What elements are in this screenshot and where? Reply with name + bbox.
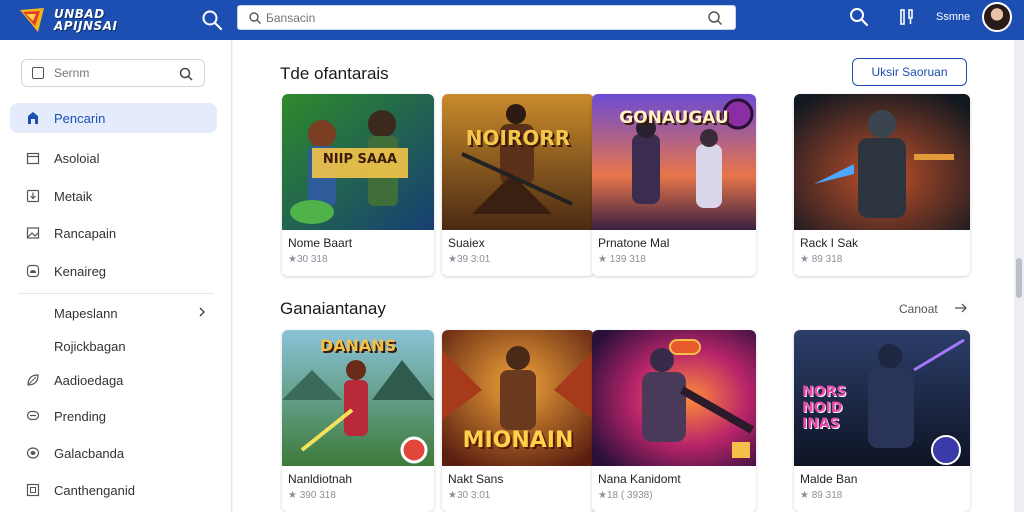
game-title: Nome Baart [288,236,353,250]
chevron-right-icon [195,305,209,319]
game-banner-text: MIONAIN [462,428,574,453]
game-card[interactable]: DANANS Nanldiotnah ★ 390 318 [282,330,434,512]
section-title: Ganaiantanay [280,299,386,318]
search-icon[interactable] [178,66,194,82]
sidebar-item-galacbanda[interactable]: Galacbanda [10,438,217,468]
scrollbar[interactable] [1014,40,1024,512]
game-card[interactable]: MIONAIN Nakt Sans ★30 3:01 [442,330,594,512]
search-icon[interactable] [200,8,224,32]
game-card[interactable]: NORS NOID INAS Malde Ban ★ 89 318 [794,330,970,512]
store-icon [26,111,40,125]
frame-icon [26,483,40,497]
logo-icon [18,6,48,34]
sidebar-item-label: Galacbanda [54,445,125,461]
game-banner-text: DANANS [319,336,397,355]
search-submit-icon[interactable] [707,10,723,26]
sidebar-item-pencarin[interactable]: Pencarin [10,103,217,133]
game-thumbnail: NOIRORR [442,94,594,230]
leaf-icon [26,373,40,387]
game-thumbnail: DANANS [282,330,434,466]
game-thumbnail [592,330,756,466]
sidebar-item-rancapain[interactable]: Rancapain [10,218,217,248]
avatar[interactable] [982,2,1012,32]
sidebar-item-label: Rojickbagan [54,338,126,354]
game-rating: ★ 89 318 [800,254,843,265]
game-banner-text: NOIRORR [465,126,571,150]
game-rating: ★18 ( 3938) [598,490,653,501]
user-name[interactable]: Ssmne [936,11,970,23]
download-box-icon [26,189,40,203]
sidebar-item-label: Kenaireg [54,263,107,279]
sidebar-item-metaik[interactable]: Metaik [10,181,217,211]
game-thumbnail: NORS NOID INAS [794,330,970,466]
arrow-right-icon[interactable] [953,301,969,315]
sidebar-item-asoloial[interactable]: Asoloial [10,143,217,173]
game-rating: ★ 390 318 [288,490,336,501]
sidebar-item-label: Pencarin [54,110,106,126]
see-all-link[interactable]: Canoat [899,302,938,316]
game-card[interactable]: NOIRORR Suaiex ★39 3:01 [442,94,594,276]
scrollbar-thumb[interactable] [1016,258,1022,298]
game-banner-text: GONAUGAU [619,108,729,128]
game-rating: ★39 3:01 [448,254,491,265]
game-rating: ★ 139 318 [598,254,646,265]
global-search-input[interactable] [266,9,686,27]
game-title: Suaiex [448,236,485,250]
game-card[interactable]: NIIP SAAA Nome Baart ★30 318 [282,94,434,276]
sidebar-search[interactable] [21,59,205,87]
cloud-box-icon [26,264,40,278]
game-title: Rack I Sak [800,236,859,250]
game-title: Nakt Sans [448,472,504,486]
logo-line-2: APIJNSAI [54,19,118,33]
main-content: Tde ofantarais Uksir Saoruan NIIP SAAA N… [233,40,1014,512]
game-thumbnail: NIIP SAAA [282,94,434,230]
game-thumbnail [794,94,970,230]
sidebar-item-label: Canthenganid [54,482,135,498]
game-rating: ★ 89 318 [800,490,843,501]
search-icon[interactable] [848,6,870,28]
game-card[interactable]: GONAUGAU Prnatone Mal ★ 139 318 [592,94,756,276]
game-title: Prnatone Mal [598,236,670,250]
top-bar: UNBAD APIJNSAI Ssmne [0,0,1024,40]
image-icon [26,226,40,240]
game-card[interactable]: Rack I Sak ★ 89 318 [794,94,970,276]
game-title: Nanldiotnah [288,472,353,486]
filter-icon[interactable] [898,8,916,26]
chat-bubble-icon [26,409,40,423]
sidebar-item-rojickbagan[interactable]: Rojickbagan [10,331,217,361]
game-thumbnail: GONAUGAU [592,94,756,230]
logo-text: UNBAD APIJNSAI [54,8,117,32]
sidebar-item-label: Metaik [54,188,93,204]
game-thumbnail: MIONAIN [442,330,594,466]
section-action-button[interactable]: Uksir Saoruan [852,58,967,86]
section-title: Tde ofantarais [280,64,389,83]
game-banner-text: NIIP SAAA [322,152,398,167]
sidebar-item-label: Asoloial [54,150,100,166]
game-card[interactable]: Nana Kanidomt ★18 ( 3938) [592,330,756,512]
sidebar-item-aadioedaga[interactable]: Aadioedaga [10,365,217,395]
sidebar-item-mapeslann[interactable]: Mapeslann [10,298,217,328]
global-search[interactable] [237,5,736,30]
app-logo[interactable]: UNBAD APIJNSAI [18,4,148,36]
sidebar-item-canthenganid[interactable]: Canthenganid [10,475,217,505]
sidebar-item-label: Mapeslann [54,305,118,321]
sidebar-divider [18,293,214,294]
list-icon [32,67,44,79]
game-rating: ★30 318 [288,254,328,265]
sidebar-item-prending[interactable]: Prending [10,401,217,431]
sidebar-item-label: Rancapain [54,225,117,241]
sidebar-item-kenaireg[interactable]: Kenaireg [10,256,217,286]
game-title: Nana Kanidomt [598,472,681,486]
game-title: Malde Ban [800,472,858,486]
sidebar-item-label: Prending [54,408,107,424]
game-banner-text: NORS NOID INAS [802,384,847,432]
sidebar-search-input[interactable] [54,66,164,80]
sidebar: Pencarin Asoloial Metaik Rancapain Kenai… [0,40,232,512]
game-rating: ★30 3:01 [448,490,491,501]
sidebar-item-label: Aadioedaga [54,372,124,388]
calendar-icon [26,151,40,165]
search-icon [248,11,262,25]
disc-icon [26,446,40,460]
